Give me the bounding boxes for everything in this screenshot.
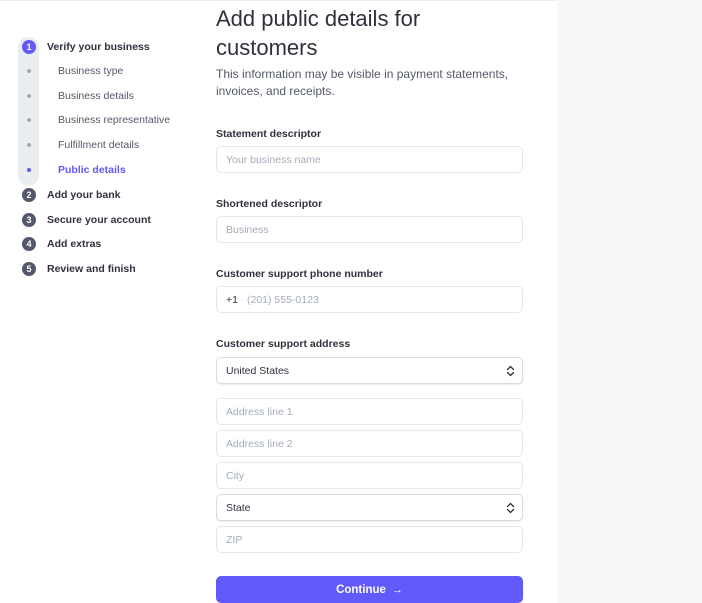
arrow-right-icon: →: [391, 583, 403, 596]
substep-dot-active: [27, 168, 31, 172]
substep-business-representative[interactable]: Business representative: [18, 112, 170, 128]
statement-descriptor-placeholder: Your business name: [226, 153, 321, 166]
step-number-badge: 3: [22, 213, 36, 227]
substep-label-active: Public details: [58, 164, 126, 176]
step-label: Verify your business: [47, 41, 150, 53]
substep-public-details[interactable]: Public details: [18, 162, 126, 178]
substep-label: Business type: [58, 65, 124, 77]
substep-dot: [27, 94, 31, 98]
zip-placeholder: ZIP: [226, 533, 243, 546]
substep-fulfillment-details[interactable]: Fulfillment details: [18, 137, 139, 153]
country-select-value: United States: [226, 364, 290, 377]
substep-business-details[interactable]: Business details: [18, 88, 134, 104]
chevron-up-down-icon: [506, 502, 515, 514]
step-number-badge: 2: [22, 188, 36, 202]
address-line1-input[interactable]: Address line 1: [216, 398, 523, 425]
address-line1-placeholder: Address line 1: [226, 405, 293, 418]
substep-label: Fulfillment details: [58, 139, 140, 151]
step-verify-business[interactable]: 1 Verify your business: [18, 37, 150, 57]
support-phone-input[interactable]: +1 (201) 555-0123: [216, 286, 523, 313]
step-label: Add your bank: [47, 189, 121, 201]
step-number-badge: 4: [22, 237, 36, 251]
top-divider: [0, 0, 557, 1]
substep-label: Business representative: [58, 114, 171, 126]
substep-label: Business details: [58, 90, 134, 102]
page-subtitle: This information may be visible in payme…: [216, 67, 509, 98]
city-placeholder: City: [226, 469, 245, 482]
state-select[interactable]: State: [216, 494, 523, 521]
support-phone-placeholder: (201) 555-0123: [246, 293, 319, 306]
continue-button-label: Continue: [336, 583, 386, 596]
statement-descriptor-label: Statement descriptor: [216, 128, 322, 140]
step-add-bank[interactable]: 2 Add your bank: [18, 185, 121, 205]
page-title: Add public details for customers: [216, 6, 421, 60]
chevron-up-down-icon: [506, 365, 515, 377]
address-line2-placeholder: Address line 2: [226, 437, 293, 450]
substep-dot: [27, 143, 31, 147]
step-review-finish[interactable]: 5 Review and finish: [18, 259, 136, 279]
substep-dot: [27, 118, 31, 122]
step-number-badge: 5: [22, 262, 36, 276]
city-input[interactable]: City: [216, 462, 523, 489]
shortened-descriptor-placeholder: Business: [226, 223, 269, 236]
support-phone-label: Customer support phone number: [216, 268, 383, 280]
address-line2-input[interactable]: Address line 2: [216, 430, 523, 457]
shortened-descriptor-input[interactable]: Business: [216, 216, 523, 243]
step-label: Review and finish: [47, 263, 136, 275]
substep-business-type[interactable]: Business type: [18, 63, 123, 79]
substep-dot: [27, 69, 31, 73]
step-add-extras[interactable]: 4 Add extras: [18, 234, 101, 254]
phone-country-code: +1: [226, 293, 238, 306]
statement-descriptor-input[interactable]: Your business name: [216, 146, 523, 173]
state-select-value: State: [226, 501, 251, 514]
step-secure-account[interactable]: 3 Secure your account: [18, 210, 151, 230]
country-select[interactable]: United States: [216, 357, 523, 384]
support-address-label: Customer support address: [216, 338, 351, 350]
step-label: Add extras: [47, 238, 102, 250]
zip-input[interactable]: ZIP: [216, 526, 523, 553]
step-label: Secure your account: [47, 214, 151, 226]
step-number-badge: 1: [22, 40, 36, 54]
continue-button[interactable]: Continue →: [216, 576, 523, 603]
shortened-descriptor-label: Shortened descriptor: [216, 198, 323, 210]
right-side-panel: [557, 0, 702, 603]
